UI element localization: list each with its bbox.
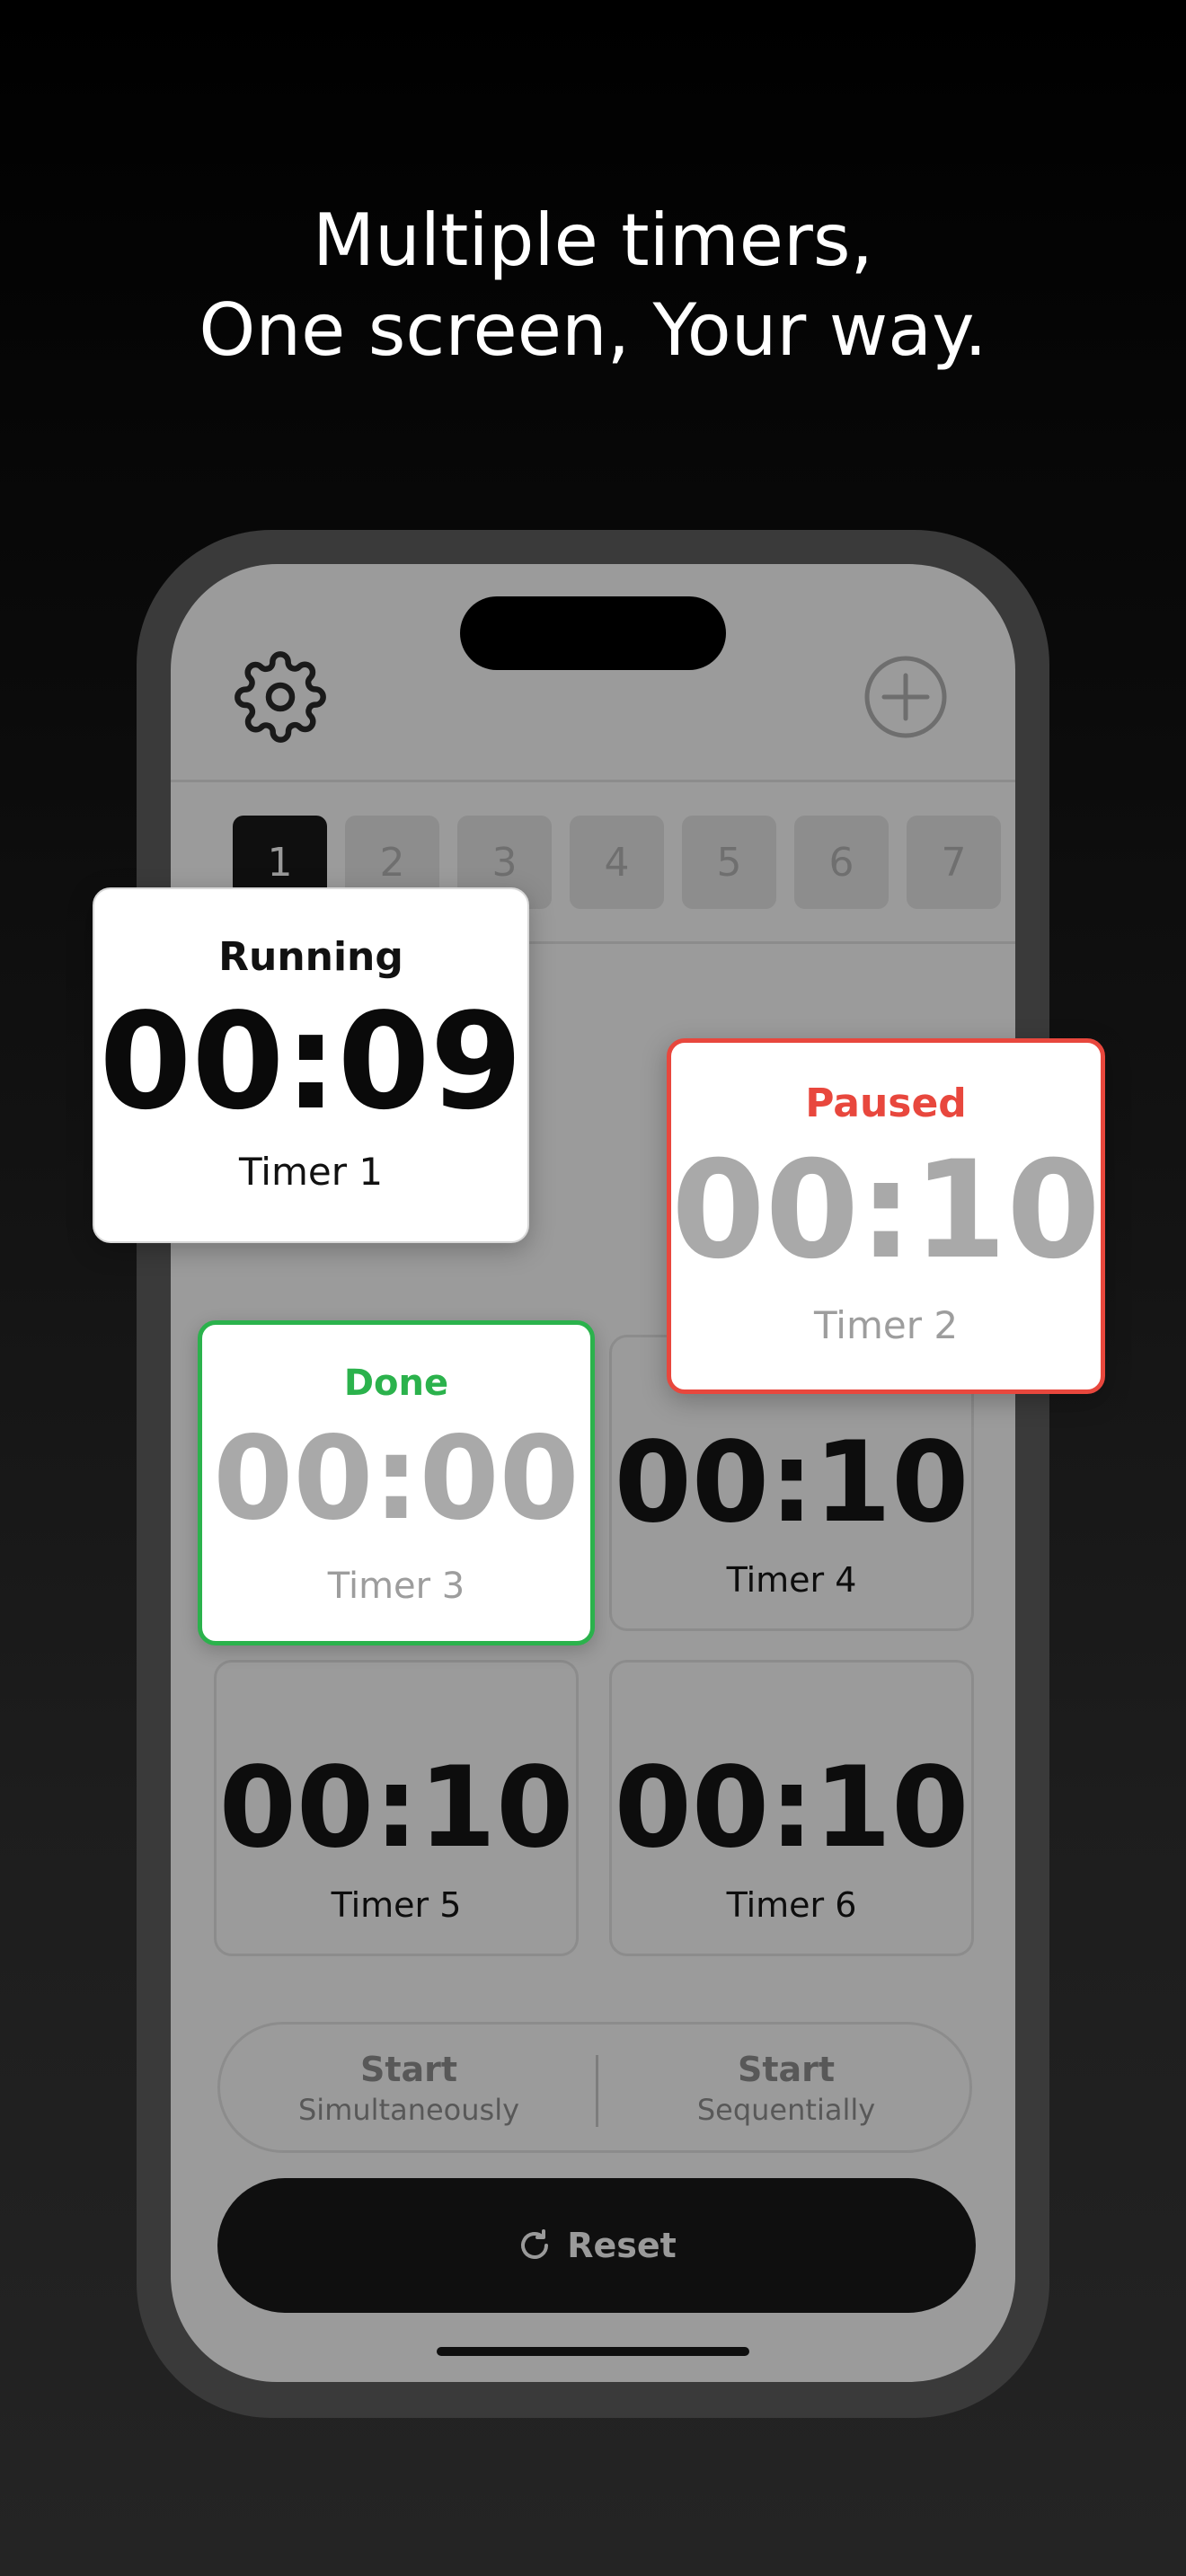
timer-tile-6[interactable]: 00:10 Timer 6 — [609, 1660, 974, 1956]
start-simultaneously-sub: Simultaneously — [297, 2093, 520, 2127]
start-sequentially-sub: Sequentially — [696, 2093, 876, 2127]
reset-label: Reset — [567, 2226, 677, 2265]
timer-4-time: 00:10 — [614, 1418, 969, 1548]
timer-card-2-paused[interactable]: Paused 00:10 Timer 2 — [667, 1038, 1105, 1394]
timer-1-status: Running — [218, 934, 403, 980]
timer-2-name: Timer 2 — [813, 1303, 959, 1347]
timer-5-name: Timer 5 — [331, 1885, 462, 1925]
timer-6-name: Timer 6 — [726, 1885, 857, 1925]
timer-card-1-running[interactable]: Running 00:09 Timer 1 — [93, 887, 529, 1243]
settings-button[interactable] — [234, 650, 327, 744]
timer-2-time: 00:10 — [671, 1133, 1101, 1289]
timer-3-time: 00:00 — [213, 1412, 580, 1546]
tab-4[interactable]: 4 — [570, 816, 664, 909]
timer-6-time: 00:10 — [614, 1743, 969, 1873]
refresh-icon — [521, 2229, 549, 2259]
timer-3-status: Done — [343, 1363, 449, 1404]
tab-6[interactable]: 6 — [794, 816, 889, 909]
start-mode-group: Start Simultaneously Start Sequentially — [217, 2022, 972, 2153]
home-indicator — [437, 2347, 749, 2356]
start-sequentially-title: Start — [737, 2050, 836, 2089]
reset-button[interactable]: Reset — [217, 2178, 976, 2313]
timer-1-time: 00:09 — [99, 984, 523, 1139]
plus-circle-icon — [864, 656, 947, 738]
dynamic-island — [460, 596, 726, 670]
headline-line-1: Multiple timers, — [313, 198, 873, 282]
gear-icon — [235, 651, 326, 743]
header-divider — [171, 780, 1015, 782]
headline: Multiple timers, One screen, Your way. — [0, 196, 1186, 375]
timer-2-status: Paused — [805, 1081, 967, 1126]
tab-7[interactable]: 7 — [907, 816, 1001, 909]
add-timer-button[interactable] — [859, 650, 952, 744]
start-simultaneously-button[interactable]: Start Simultaneously — [220, 2025, 597, 2150]
timer-card-3-done[interactable]: Done 00:00 Timer 3 — [198, 1320, 595, 1645]
tab-5[interactable]: 5 — [682, 816, 776, 909]
start-sequentially-button[interactable]: Start Sequentially — [597, 2025, 975, 2150]
timer-tile-5[interactable]: 00:10 Timer 5 — [214, 1660, 579, 1956]
timer-4-name: Timer 4 — [726, 1560, 857, 1600]
timer-3-name: Timer 3 — [327, 1566, 465, 1607]
timer-5-time: 00:10 — [218, 1743, 574, 1873]
start-simultaneously-title: Start — [359, 2050, 458, 2089]
timer-1-name: Timer 1 — [238, 1150, 384, 1194]
headline-line-2: One screen, Your way. — [199, 288, 987, 372]
